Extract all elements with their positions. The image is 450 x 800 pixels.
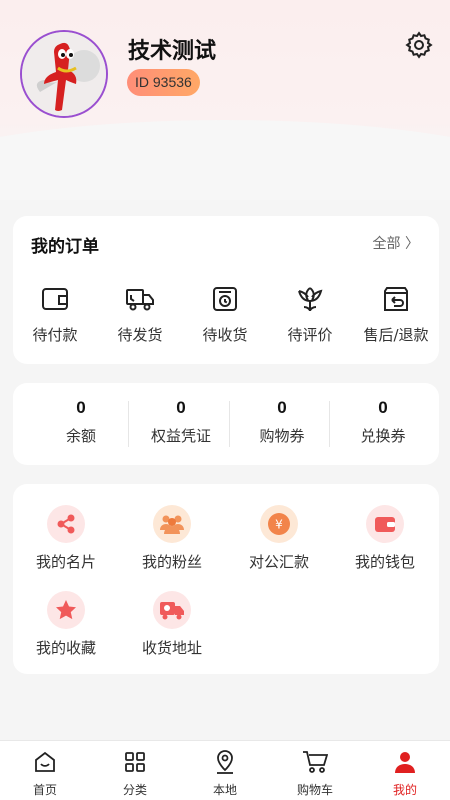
divider xyxy=(128,401,129,447)
wallet-icon xyxy=(366,505,404,543)
orders-card: 我的订单 全部 〉 待付款 待发货 待收货 待评价 售后/退款 xyxy=(13,216,439,364)
order-pending-payment[interactable]: 待付款 xyxy=(15,284,95,345)
stat-value: 0 xyxy=(176,398,186,417)
stat-value: 0 xyxy=(277,398,287,417)
corporate-remittance[interactable]: ¥ 对公汇款 xyxy=(227,505,331,572)
service-label: 收货地址 xyxy=(141,639,202,657)
svg-text:¥: ¥ xyxy=(275,518,283,532)
person-icon xyxy=(360,749,450,775)
tab-category[interactable]: 分类 xyxy=(90,749,180,798)
tab-home[interactable]: 首页 xyxy=(0,749,90,798)
divider xyxy=(329,401,330,447)
my-business-card[interactable]: 我的名片 xyxy=(14,505,118,572)
order-pending-shipment[interactable]: 待发货 xyxy=(100,284,180,345)
order-label: 待发货 xyxy=(117,326,163,344)
my-fans[interactable]: 我的粉丝 xyxy=(120,505,224,572)
assets-card: 0 余额 0 权益凭证 0 购物券 0 兑换券 xyxy=(13,383,439,465)
divider xyxy=(229,401,230,447)
my-favorites[interactable]: 我的收藏 xyxy=(14,591,118,658)
home-icon xyxy=(0,749,90,775)
my-wallet[interactable]: 我的钱包 xyxy=(333,505,437,572)
shopping-coupon-stat[interactable]: 0 购物券 xyxy=(232,398,332,446)
delivery-truck-icon xyxy=(153,591,191,629)
header-arc xyxy=(0,120,450,200)
order-label: 待收货 xyxy=(202,326,248,344)
yuan-icon: ¥ xyxy=(260,505,298,543)
balance-stat[interactable]: 0 余额 xyxy=(31,398,131,446)
stat-value: 0 xyxy=(76,398,86,417)
order-pending-receipt[interactable]: 待收货 xyxy=(185,284,265,345)
user-id-badge: ID 93536 xyxy=(127,69,200,96)
truck-icon xyxy=(100,284,180,314)
avatar-mascot-image xyxy=(22,32,106,116)
tab-label: 首页 xyxy=(32,783,57,797)
wallet-icon xyxy=(15,284,95,314)
cart-icon xyxy=(270,749,360,775)
return-icon xyxy=(356,284,436,314)
package-clock-icon xyxy=(185,284,265,314)
order-label: 待评价 xyxy=(287,326,333,344)
fans-icon xyxy=(153,505,191,543)
settings-gear-icon[interactable] xyxy=(404,30,434,60)
tab-label: 我的 xyxy=(392,783,417,797)
bottom-tab-bar: 首页 分类 本地 购物车 我的 xyxy=(0,740,450,800)
equity-voucher-stat[interactable]: 0 权益凭证 xyxy=(131,398,231,446)
flower-icon xyxy=(270,284,350,314)
shipping-address[interactable]: 收货地址 xyxy=(120,591,224,658)
share-icon xyxy=(47,505,85,543)
tab-local[interactable]: 本地 xyxy=(180,749,270,798)
services-card: 我的名片 我的粉丝 ¥ 对公汇款 我的钱包 我的收藏 收货地址 xyxy=(13,484,439,674)
stat-label: 余额 xyxy=(65,427,96,445)
service-label: 我的钱包 xyxy=(354,553,415,571)
stat-value: 0 xyxy=(378,398,388,417)
location-pin-icon xyxy=(180,749,270,775)
grid-icon xyxy=(90,749,180,775)
stat-label: 兑换券 xyxy=(360,427,406,445)
tab-mine[interactable]: 我的 xyxy=(360,749,450,798)
orders-view-all-link[interactable]: 全部 〉 xyxy=(373,233,419,253)
tab-label: 购物车 xyxy=(296,783,333,797)
username: 技术测试 xyxy=(128,39,217,64)
order-pending-review[interactable]: 待评价 xyxy=(270,284,350,345)
order-after-sales[interactable]: 售后/退款 xyxy=(356,284,436,345)
tab-label: 本地 xyxy=(212,783,237,797)
star-icon xyxy=(47,591,85,629)
order-label: 待付款 xyxy=(32,326,78,344)
service-label: 我的收藏 xyxy=(35,639,96,657)
service-label: 我的粉丝 xyxy=(141,553,202,571)
avatar[interactable] xyxy=(20,30,108,118)
stat-label: 购物券 xyxy=(259,427,305,445)
tab-cart[interactable]: 购物车 xyxy=(270,749,360,798)
stat-label: 权益凭证 xyxy=(150,427,211,445)
order-label: 售后/退款 xyxy=(363,326,429,344)
exchange-coupon-stat[interactable]: 0 兑换券 xyxy=(333,398,433,446)
service-label: 我的名片 xyxy=(35,553,96,571)
orders-title: 我的订单 xyxy=(31,237,99,257)
tab-label: 分类 xyxy=(122,783,147,797)
service-label: 对公汇款 xyxy=(248,553,309,571)
